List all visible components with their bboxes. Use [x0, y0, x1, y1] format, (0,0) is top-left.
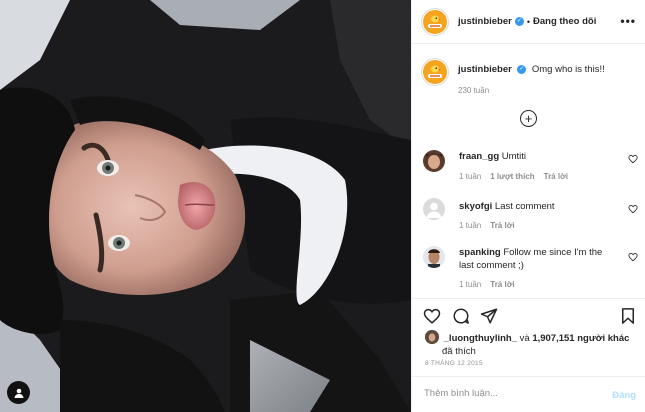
post-date[interactable]: 8 THÁNG 12 2015	[425, 360, 483, 367]
more-options-button[interactable]: •••	[620, 14, 636, 28]
reply-button[interactable]: Trả lời	[490, 221, 514, 230]
likes-summary: _luongthuylinh_ và 1,907,151 người khác …	[425, 330, 640, 357]
comment-username[interactable]: skyofgi	[459, 201, 492, 212]
caption-author-avatar[interactable]	[421, 58, 449, 86]
user-tag-button[interactable]	[7, 381, 30, 404]
post-photo[interactable]	[0, 0, 411, 412]
send-icon[interactable]	[480, 307, 498, 325]
comment-icon[interactable]	[452, 307, 470, 325]
post-comment-button[interactable]: Đăng	[612, 390, 636, 401]
commenter-avatar[interactable]	[423, 150, 445, 172]
likes-suffix: đã thích	[442, 346, 476, 357]
comment-text: Last comment	[494, 201, 555, 212]
comment-input[interactable]	[424, 388, 594, 399]
commenter-avatar[interactable]	[423, 198, 445, 220]
plus-circle-icon: +	[524, 111, 533, 126]
caption-timestamp[interactable]: 230 tuần	[458, 86, 489, 95]
duck-logo-icon	[424, 10, 446, 33]
heart-icon[interactable]	[628, 204, 638, 214]
portrait-image	[0, 0, 411, 412]
post-header: justinbieber ✓ • Đang theo dõi •••	[412, 0, 645, 44]
person-icon	[14, 388, 23, 398]
reply-button[interactable]: Trả lời	[490, 280, 514, 289]
verified-badge-icon: ✓	[514, 17, 524, 26]
more-horizontal-icon: •••	[620, 14, 636, 28]
post-actions	[412, 298, 645, 334]
heart-icon[interactable]	[423, 307, 441, 325]
caption-username[interactable]: justinbieber	[458, 64, 512, 75]
verified-badge-icon: ✓	[517, 65, 527, 75]
comment-likes[interactable]: 1 lượt thích	[490, 172, 534, 181]
author-username[interactable]: justinbieber	[458, 16, 512, 27]
comment-time[interactable]: 1 tuần	[459, 221, 481, 230]
post-side-panel: justinbieber ✓ • Đang theo dõi ••• justi…	[411, 0, 645, 412]
comment-time[interactable]: 1 tuần	[459, 280, 481, 289]
duck-logo-icon	[424, 61, 446, 83]
post-caption: justinbieber ✓ Omg who is this!! 230 tuầ…	[421, 58, 639, 95]
instagram-post-modal: justinbieber ✓ • Đang theo dõi ••• justi…	[0, 0, 645, 412]
reply-button[interactable]: Trả lời	[544, 172, 568, 181]
following-button[interactable]: Đang theo dõi	[533, 16, 596, 27]
caption-text: Omg who is this!!	[531, 64, 605, 75]
heart-icon[interactable]	[628, 252, 638, 262]
comment-username[interactable]: fraan_gg	[459, 151, 499, 162]
likes-conjunction: và	[517, 333, 533, 344]
separator-dot: •	[526, 16, 530, 27]
bookmark-icon[interactable]	[619, 307, 637, 325]
comment-text: Umtiti	[501, 151, 527, 162]
commenter-avatar[interactable]	[423, 246, 445, 268]
heart-icon[interactable]	[628, 154, 638, 164]
liker-username[interactable]: _luongthuylinh_	[444, 333, 517, 344]
comment-username[interactable]: spanking	[459, 247, 501, 258]
comment-form: Đăng	[412, 376, 645, 412]
author-avatar[interactable]	[421, 7, 449, 36]
liker-avatar[interactable]	[425, 330, 439, 344]
load-more-comments-button[interactable]: +	[520, 110, 537, 127]
likes-count[interactable]: 1,907,151 người khác	[532, 333, 629, 344]
comment-time[interactable]: 1 tuần	[459, 172, 481, 181]
